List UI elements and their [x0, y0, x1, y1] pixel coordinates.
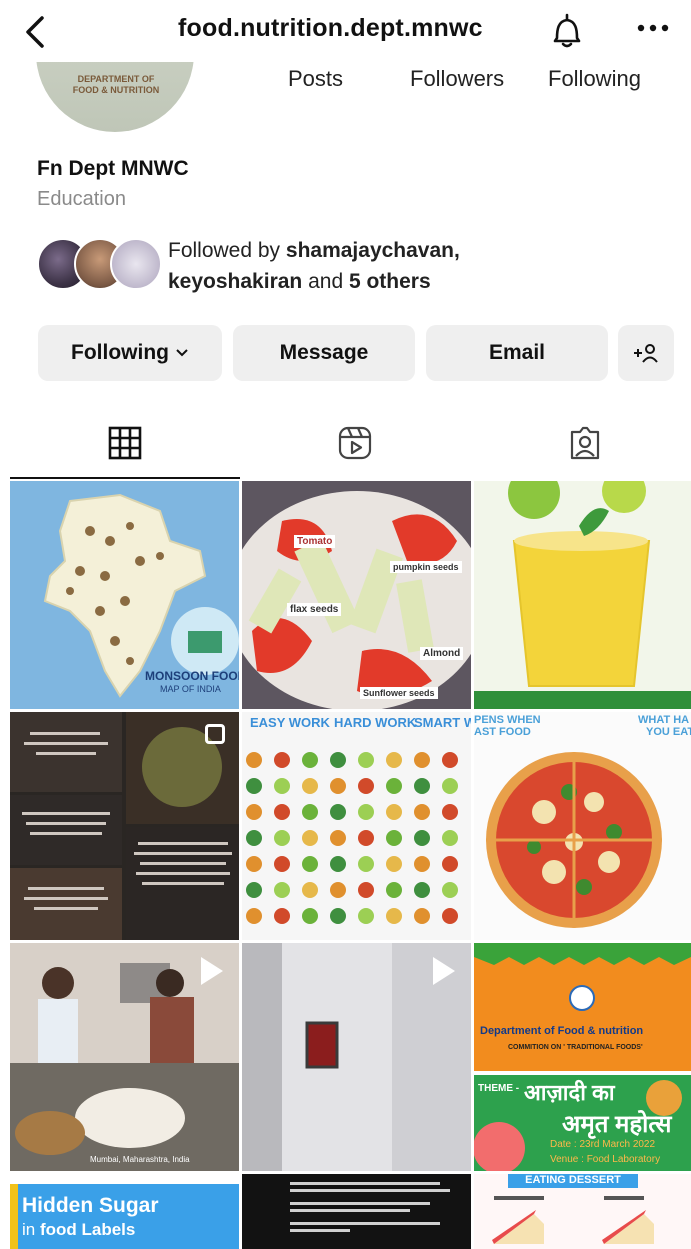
carousel-icon [205, 724, 225, 744]
avatar-text: DEPARTMENT OF FOOD & NUTRITION [72, 74, 160, 95]
post-thumbnail[interactable] [242, 1174, 471, 1249]
message-button[interactable]: Message [233, 325, 415, 381]
chevron-left-icon[interactable] [22, 14, 52, 50]
food-label: Almond [420, 647, 464, 660]
followed-by-text[interactable]: Followed by shamajaychavan, keyoshakiran… [168, 235, 460, 297]
post-thumbnail[interactable]: MONSOON FOOD MAP OF INDIA [10, 481, 239, 709]
followed-user: shamajaychavan [285, 239, 454, 262]
poster-venue: Venue : Food Laboratory [550, 1154, 661, 1165]
post-subheading: in food Labels [22, 1220, 136, 1239]
food-label: pumpkin seeds [390, 561, 462, 573]
ellipsis-icon[interactable] [636, 22, 670, 34]
food-grid-illustration [242, 712, 471, 940]
post-heading: Hidden Sugar [22, 1194, 159, 1217]
profile-name: Fn Dept MNWC [37, 157, 189, 180]
followers-label[interactable]: Followers [410, 66, 504, 92]
poster-hindi-text: अमृत महोत्स [562, 1111, 672, 1138]
profile-category: Education [37, 188, 126, 210]
poster-subtitle: COMMITION ON ' TRADITIONAL FOODS' [508, 1044, 643, 1051]
post-thumbnail[interactable]: EASY WORK HARD WORK SMART WORK [242, 712, 471, 940]
lemon-drink-photo [474, 481, 691, 709]
followed-user: keyoshakiran [168, 270, 303, 293]
bell-icon[interactable] [551, 12, 583, 50]
email-button[interactable]: Email [426, 325, 608, 381]
column-heading: EASY WORK [250, 715, 330, 730]
tab-reels[interactable] [240, 408, 470, 478]
tab-tagged[interactable] [470, 408, 691, 478]
add-user-icon [634, 344, 658, 363]
tagged-user-icon [570, 426, 600, 460]
poster-hindi-text: आज़ादी का [524, 1080, 615, 1105]
column-heading: HARD WORK [334, 715, 417, 730]
column-heading: SMART WORK [414, 715, 471, 730]
food-label: Tomato [294, 535, 336, 548]
post-thumbnail[interactable]: Tomato flax seeds pumpkin seeds Almond S… [242, 481, 471, 709]
following-button[interactable]: Following [38, 325, 222, 381]
post-thumbnail[interactable] [242, 943, 471, 1171]
poster-date: Date : 23rd March 2022 [550, 1139, 656, 1150]
poster-title: Department of Food & nutrition [480, 1025, 644, 1037]
post-text: PENS WHEN AST FOOD [474, 714, 541, 738]
pizza-photo [474, 712, 691, 940]
posts-label[interactable]: Posts [288, 66, 343, 92]
food-label: flax seeds [287, 603, 342, 616]
profile-avatar[interactable]: DEPARTMENT OF FOOD & NUTRITION [36, 62, 194, 132]
post-thumbnail[interactable]: Mumbai, Maharashtra, India [10, 943, 239, 1171]
profile-handle: food.nutrition.dept.mnwc [178, 14, 483, 42]
add-user-button[interactable] [618, 325, 674, 381]
post-thumbnail[interactable]: PENS WHEN AST FOOD WHAT HA YOU EAT [474, 712, 691, 940]
tab-grid[interactable] [10, 408, 240, 478]
post-thumbnail[interactable]: Department of Food & nutrition COMMITION… [474, 943, 691, 1171]
post-thumbnail[interactable]: Hidden Sugar in food Labels [10, 1174, 239, 1249]
text-collage [10, 712, 239, 940]
post-thumbnail[interactable]: EATING DESSERT [474, 1174, 691, 1249]
post-thumbnail[interactable] [10, 712, 239, 940]
poster-theme: THEME - [478, 1083, 520, 1094]
follower-avatar[interactable] [110, 238, 162, 290]
seeds-plate-photo [242, 481, 471, 709]
reels-icon [338, 426, 372, 460]
post-caption: MONSOON FOOD [145, 669, 239, 683]
active-tab-indicator [10, 477, 240, 479]
top-bar: food.nutrition.dept.mnwc [0, 0, 691, 62]
text-post [242, 1174, 471, 1249]
video-play-icon [433, 957, 455, 985]
post-thumbnail[interactable] [474, 481, 691, 709]
post-text: WHAT HA YOU EAT [638, 714, 691, 738]
chevron-down-icon [176, 349, 188, 357]
grid-icon [108, 426, 142, 460]
video-play-icon [201, 957, 223, 985]
post-caption: MAP OF INDIA [160, 684, 221, 694]
dessert-illustration [492, 1196, 654, 1244]
food-label: Sunflower seeds [360, 687, 438, 699]
location-caption: Mumbai, Maharashtra, India [90, 1155, 190, 1164]
following-label[interactable]: Following [548, 66, 641, 92]
